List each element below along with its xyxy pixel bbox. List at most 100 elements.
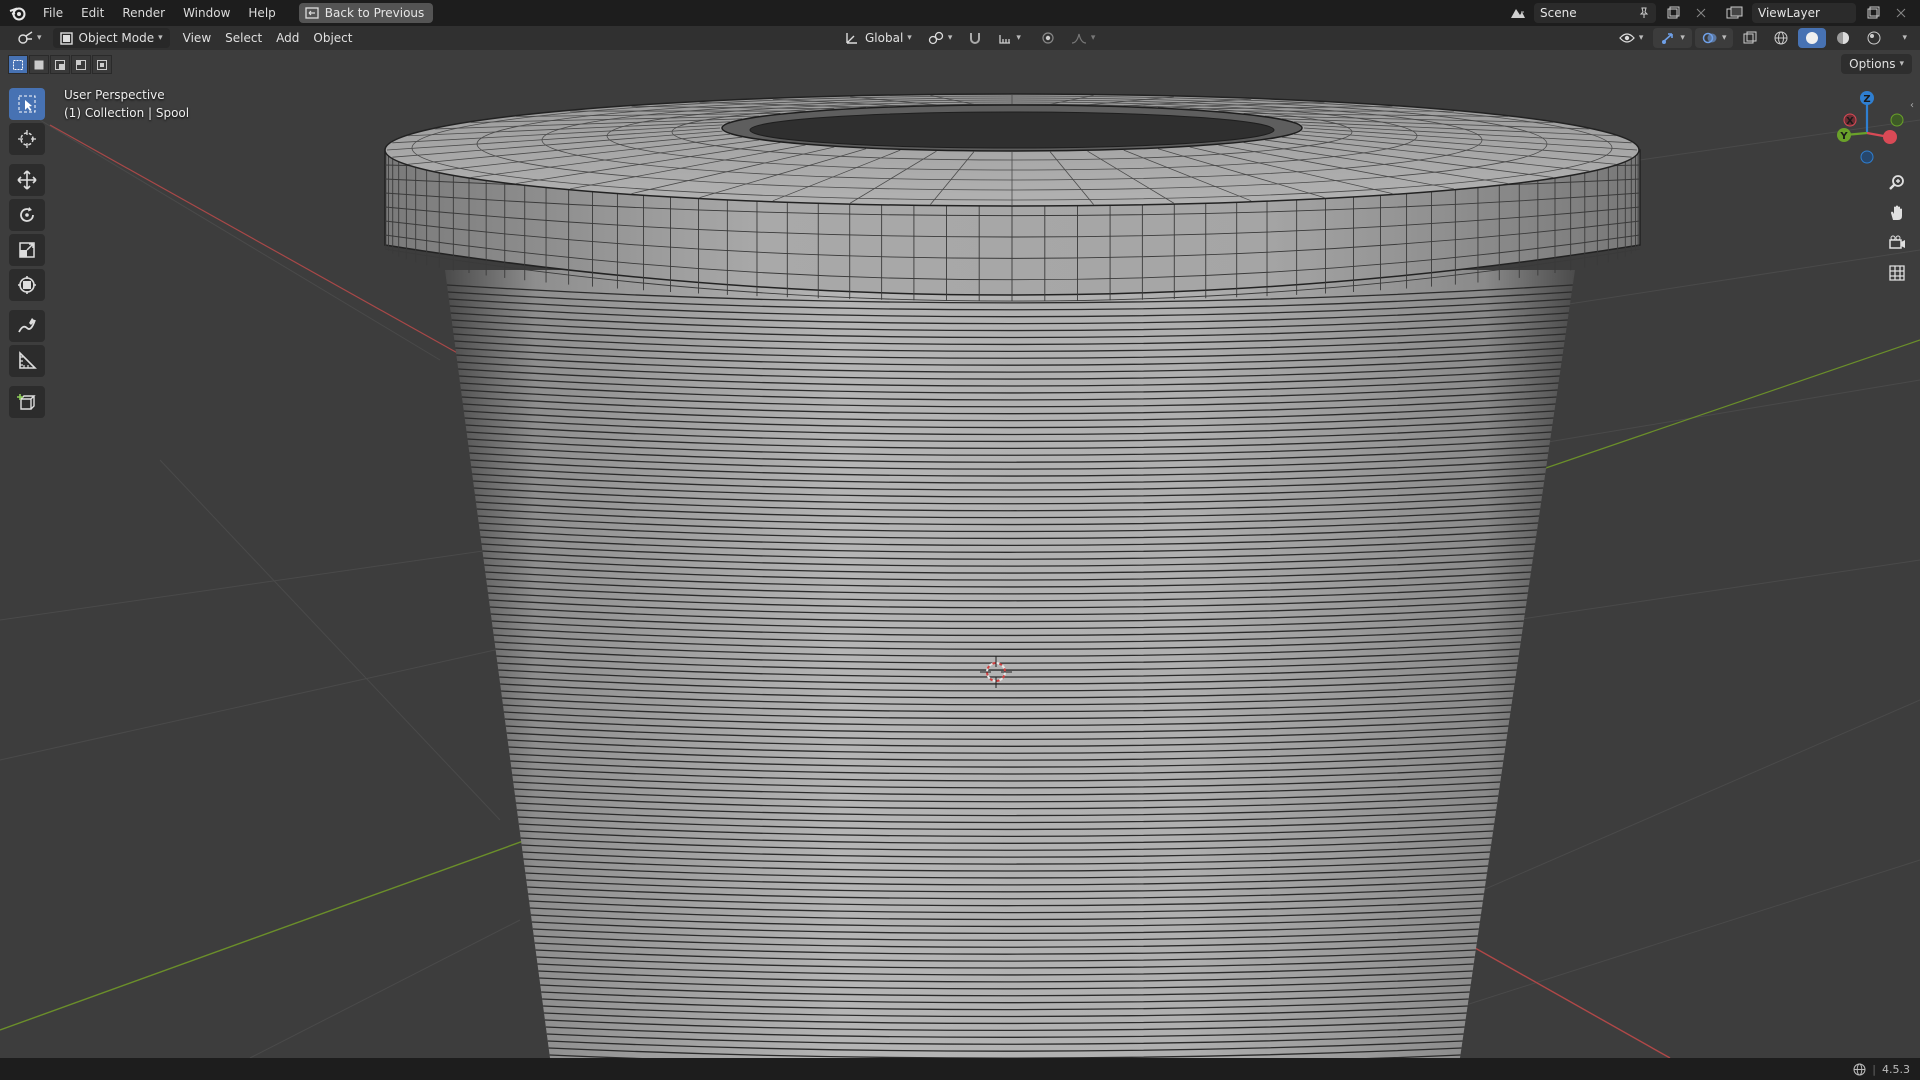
chevron-down-icon: ▾ xyxy=(1090,33,1096,43)
proportional-edit-icon xyxy=(1041,31,1055,45)
pivot-icon xyxy=(928,31,944,45)
menu-file[interactable]: File xyxy=(34,0,72,26)
snap-increment-icon xyxy=(998,31,1012,45)
menu-add[interactable]: Add xyxy=(269,28,306,48)
scale-icon[interactable] xyxy=(9,234,45,266)
scene-selector-icon[interactable] xyxy=(1506,3,1528,23)
annotate-icon[interactable] xyxy=(9,310,45,342)
gizmos-toggle[interactable]: ▾ xyxy=(1653,28,1692,48)
new-scene-icon[interactable] xyxy=(1662,3,1684,23)
xray-toggle[interactable] xyxy=(1736,28,1764,48)
pan-hand-icon[interactable] xyxy=(1884,200,1910,226)
menu-render[interactable]: Render xyxy=(113,0,174,26)
xray-icon xyxy=(1743,31,1757,45)
gizmo-x-label: X xyxy=(1846,116,1854,127)
shading-options-dropdown[interactable]: ▾ xyxy=(1891,28,1914,48)
chevron-down-icon: ▾ xyxy=(1721,33,1727,43)
y-axis-line xyxy=(0,834,541,1031)
network-globe-icon xyxy=(1853,1063,1866,1076)
view-layer-name: ViewLayer xyxy=(1758,6,1820,20)
delete-view-layer-icon[interactable] xyxy=(1890,3,1912,23)
sidebar-toggle-icon[interactable]: ‹ xyxy=(1910,100,1914,111)
delete-scene-icon[interactable] xyxy=(1690,3,1712,23)
3d-viewport-icon xyxy=(17,31,33,45)
view-layer-icon[interactable] xyxy=(1724,3,1746,23)
chevron-down-icon: ▾ xyxy=(1638,33,1644,43)
viewport-header: ▾ Object Mode ▾ View Select Add Object G… xyxy=(0,26,1920,50)
view-layer-field[interactable]: ViewLayer xyxy=(1752,3,1856,23)
select-intersect-icon[interactable] xyxy=(92,55,112,74)
viewport-canvas[interactable] xyxy=(0,0,1920,1080)
menu-help[interactable]: Help xyxy=(239,0,284,26)
snap-target-dropdown[interactable]: ▾ xyxy=(991,28,1028,48)
scene-name: Scene xyxy=(1540,6,1577,20)
overlays-icon xyxy=(1702,31,1718,45)
rotate-icon[interactable] xyxy=(9,199,45,231)
tool-shelf xyxy=(9,88,47,421)
back-to-previous-button[interactable]: Back to Previous xyxy=(298,3,434,23)
move-icon[interactable] xyxy=(9,164,45,196)
solid-sphere-icon xyxy=(1805,31,1819,45)
menu-window[interactable]: Window xyxy=(174,0,239,26)
select-subtract-icon[interactable] xyxy=(50,55,70,74)
shading-wireframe[interactable] xyxy=(1767,28,1795,48)
y-axis-line-right xyxy=(1539,339,1920,471)
falloff-curve-icon xyxy=(1071,32,1087,44)
viewport-info: User Perspective (1) Collection | Spool xyxy=(64,86,189,122)
grid-icon[interactable] xyxy=(1884,260,1910,286)
collection-info: (1) Collection | Spool xyxy=(64,106,190,120)
menu-edit[interactable]: Edit xyxy=(72,0,113,26)
options-dropdown[interactable]: Options ▾ xyxy=(1841,54,1912,74)
visibility-dropdown[interactable]: ▾ xyxy=(1612,28,1651,48)
falloff-dropdown[interactable]: ▾ xyxy=(1064,28,1103,48)
snap-toggle[interactable] xyxy=(961,28,989,48)
shading-rendered[interactable] xyxy=(1860,28,1888,48)
select-extend-icon[interactable] xyxy=(29,55,49,74)
menu-object[interactable]: Object xyxy=(306,28,359,48)
magnet-icon xyxy=(968,31,982,45)
chevron-down-icon: ▾ xyxy=(1902,33,1907,43)
navigation-gizmo[interactable]: Z X Y xyxy=(1825,87,1915,177)
editor-type-button[interactable]: ▾ xyxy=(10,28,49,48)
status-bar: | 4.5.3 xyxy=(0,1058,1920,1080)
shading-solid[interactable] xyxy=(1798,28,1827,48)
chevron-down-icon: ▾ xyxy=(158,33,163,43)
chevron-down-icon: ▾ xyxy=(1899,59,1904,69)
orientation-label: Global xyxy=(865,31,904,45)
object-mode-icon xyxy=(59,31,73,45)
pin-icon[interactable] xyxy=(1638,7,1650,19)
pivot-point-dropdown[interactable]: ▾ xyxy=(921,28,960,48)
select-new-icon[interactable] xyxy=(8,55,28,74)
new-view-layer-icon[interactable] xyxy=(1862,3,1884,23)
wireframe-sphere-icon xyxy=(1774,31,1788,45)
mode-label: Object Mode xyxy=(78,31,155,45)
mode-selector[interactable]: Object Mode ▾ xyxy=(52,28,170,48)
chevron-down-icon: ▾ xyxy=(1680,33,1685,43)
scene-field[interactable]: Scene xyxy=(1534,3,1656,23)
overlays-toggle[interactable]: ▾ xyxy=(1694,28,1734,48)
shading-material[interactable] xyxy=(1829,28,1857,48)
camera-icon[interactable] xyxy=(1884,230,1910,256)
spool-mesh xyxy=(384,93,1641,1066)
select-invert-icon[interactable] xyxy=(71,55,91,74)
zoom-icon[interactable] xyxy=(1884,170,1910,196)
eye-icon xyxy=(1619,32,1635,44)
proportional-editing-toggle[interactable] xyxy=(1034,28,1062,48)
transform-orientation-dropdown[interactable]: Global ▾ xyxy=(838,28,919,48)
menu-view[interactable]: View xyxy=(176,28,218,48)
select-box-icon[interactable] xyxy=(9,88,45,120)
gizmo-x-axis[interactable] xyxy=(1883,130,1897,144)
screen-icon xyxy=(305,7,319,19)
add-cube-icon[interactable] xyxy=(9,386,45,418)
blender-logo-icon[interactable] xyxy=(8,3,28,23)
rendered-sphere-icon xyxy=(1867,31,1881,45)
measure-icon[interactable] xyxy=(9,345,45,377)
gizmo-z-label: Z xyxy=(1863,94,1870,105)
chevron-down-icon: ▾ xyxy=(1016,33,1021,43)
gizmo-y-label: Y xyxy=(1839,131,1848,142)
options-label: Options xyxy=(1849,57,1896,71)
menu-select[interactable]: Select xyxy=(218,28,269,48)
material-sphere-icon xyxy=(1836,31,1850,45)
transform-icon[interactable] xyxy=(9,269,45,301)
cursor-icon[interactable] xyxy=(9,123,45,155)
